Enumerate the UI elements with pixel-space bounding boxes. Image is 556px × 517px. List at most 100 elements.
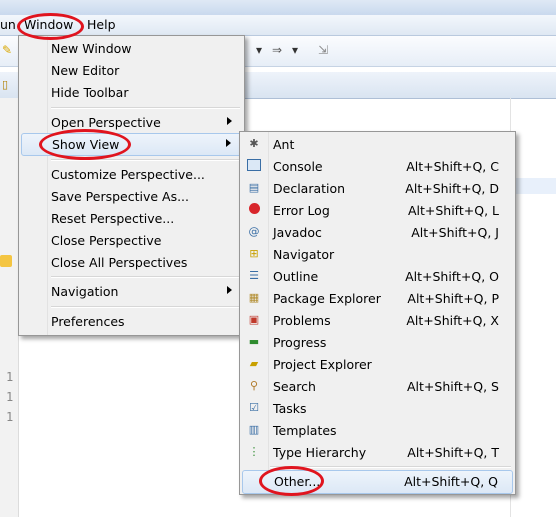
view-item-console[interactable]: Console Alt+Shift+Q, C	[242, 156, 513, 178]
menu-item-label: Package Explorer	[273, 291, 381, 306]
console-icon	[247, 159, 261, 173]
menu-item-label: Navigator	[273, 247, 335, 262]
menu-item-hide-toolbar[interactable]: Hide Toolbar	[21, 82, 242, 103]
menu-item-label: Search	[273, 379, 316, 394]
menu-separator	[51, 306, 240, 308]
line-number: 1	[6, 370, 14, 384]
annotation-circle-other	[259, 466, 324, 496]
editor-gutter: 1 1 1	[0, 98, 19, 517]
menu-item-label: New Editor	[51, 63, 120, 78]
menu-item-label: Tasks	[273, 401, 307, 416]
menu-item-label: Open Perspective	[51, 115, 161, 130]
menu-item-label: Declaration	[273, 181, 346, 196]
view-item-ant[interactable]: ✱ Ant	[242, 134, 513, 156]
menu-item-label: New Window	[51, 41, 132, 56]
view-item-templates[interactable]: ▥ Templates	[242, 420, 513, 442]
menu-item-label: Close Perspective	[51, 233, 162, 248]
ant-icon: ✱	[249, 137, 259, 150]
menu-run[interactable]: un	[0, 17, 16, 32]
menu-item-label: Customize Perspective...	[51, 167, 205, 182]
view-item-problems[interactable]: ▣ Problems Alt+Shift+Q, X	[242, 310, 513, 332]
menu-item-label: Console	[273, 159, 323, 174]
menu-item-label: Reset Perspective...	[51, 211, 175, 226]
problems-icon: ▣	[248, 313, 260, 326]
view-item-declaration[interactable]: ▤ Declaration Alt+Shift+Q, D	[242, 178, 513, 200]
view-item-package-explorer[interactable]: ▦ Package Explorer Alt+Shift+Q, P	[242, 288, 513, 310]
menu-item-close-all-perspectives[interactable]: Close All Perspectives	[21, 252, 242, 273]
menu-item-new-editor[interactable]: New Editor	[21, 60, 242, 81]
templates-icon: ▥	[248, 423, 260, 436]
shortcut-label: Alt+Shift+Q, X	[406, 313, 499, 328]
type-hierarchy-icon: ⋮	[248, 445, 260, 458]
submenu-arrow-icon	[227, 286, 232, 294]
view-item-project-explorer[interactable]: ▰ Project Explorer	[242, 354, 513, 376]
menu-item-label: Problems	[273, 313, 331, 328]
javadoc-icon: @	[248, 225, 260, 238]
package-explorer-icon: ▦	[248, 291, 260, 304]
submenu-arrow-icon	[227, 117, 232, 125]
menu-item-label: Ant	[273, 137, 295, 152]
menu-item-close-perspective[interactable]: Close Perspective	[21, 230, 242, 251]
shortcut-label: Alt+Shift+Q, P	[407, 291, 499, 306]
menu-item-reset-perspective[interactable]: Reset Perspective...	[21, 208, 242, 229]
menu-item-label: Javadoc	[273, 225, 322, 240]
search-icon: ⚲	[249, 379, 259, 392]
menu-item-label: Save Perspective As...	[51, 189, 190, 204]
menu-item-label: Navigation	[51, 284, 119, 299]
menu-item-label: Error Log	[273, 203, 330, 218]
declaration-icon: ▤	[248, 181, 260, 194]
annotation-circle-show-view	[39, 129, 131, 160]
shortcut-label: Alt+Shift+Q, T	[407, 445, 499, 460]
menu-item-label: Project Explorer	[273, 357, 372, 372]
shortcut-label: Alt+Shift+Q, Q	[404, 474, 498, 489]
menu-item-new-window[interactable]: New Window	[21, 38, 242, 59]
shortcut-label: Alt+Shift+Q, O	[405, 269, 499, 284]
view-item-tasks[interactable]: ☑ Tasks	[242, 398, 513, 420]
submenu-arrow-icon	[226, 139, 231, 147]
menu-item-navigation[interactable]: Navigation	[21, 281, 242, 302]
progress-icon: ▬	[248, 335, 260, 348]
warning-marker-icon	[0, 255, 12, 267]
error-log-icon	[247, 203, 261, 217]
pin-icon[interactable]: ⇲	[318, 43, 328, 57]
forward-arrow-icon[interactable]: ⇒	[272, 43, 282, 57]
show-view-submenu: ✱ Ant Console Alt+Shift+Q, C ▤ Declarati…	[239, 131, 516, 495]
file-icon: ▯	[2, 78, 9, 91]
shortcut-label: Alt+Shift+Q, L	[407, 203, 499, 218]
line-number: 1	[6, 410, 14, 424]
title-bar	[0, 0, 556, 15]
project-explorer-icon: ▰	[249, 357, 259, 370]
view-item-navigator[interactable]: ⊞ Navigator	[242, 244, 513, 266]
outline-icon: ☰	[249, 269, 259, 282]
menu-item-label: Progress	[273, 335, 327, 350]
dropdown-arrow-icon[interactable]: ▾	[256, 43, 262, 57]
menu-separator	[51, 276, 240, 278]
tasks-icon: ☑	[249, 401, 259, 414]
editor-area	[510, 98, 556, 517]
menu-item-customize-perspective[interactable]: Customize Perspective...	[21, 164, 242, 185]
view-item-search[interactable]: ⚲ Search Alt+Shift+Q, S	[242, 376, 513, 398]
menu-item-label: Templates	[273, 423, 337, 438]
menu-item-open-perspective[interactable]: Open Perspective	[21, 112, 242, 133]
menu-separator	[51, 107, 240, 109]
view-item-type-hierarchy[interactable]: ⋮ Type Hierarchy Alt+Shift+Q, T	[242, 442, 513, 464]
menu-item-label: Hide Toolbar	[51, 85, 129, 100]
navigator-icon: ⊞	[249, 247, 259, 260]
line-number: 1	[6, 390, 14, 404]
dropdown-arrow-icon[interactable]: ▾	[292, 43, 298, 57]
menu-item-label: Preferences	[51, 314, 125, 329]
menu-item-save-perspective-as[interactable]: Save Perspective As...	[21, 186, 242, 207]
shortcut-label: Alt+Shift+Q, C	[406, 159, 499, 174]
annotation-circle-window	[17, 13, 84, 40]
toolbar-icon[interactable]: ✎	[2, 43, 12, 57]
view-item-javadoc[interactable]: @ Javadoc Alt+Shift+Q, J	[242, 222, 513, 244]
menu-item-label: Outline	[273, 269, 319, 284]
menu-item-label: Type Hierarchy	[273, 445, 367, 460]
menu-help[interactable]: Help	[87, 17, 116, 32]
menu-item-preferences[interactable]: Preferences	[21, 311, 242, 332]
shortcut-label: Alt+Shift+Q, J	[411, 225, 499, 240]
menu-item-label: Close All Perspectives	[51, 255, 188, 270]
view-item-progress[interactable]: ▬ Progress	[242, 332, 513, 354]
view-item-outline[interactable]: ☰ Outline Alt+Shift+Q, O	[242, 266, 513, 288]
view-item-error-log[interactable]: Error Log Alt+Shift+Q, L	[242, 200, 513, 222]
